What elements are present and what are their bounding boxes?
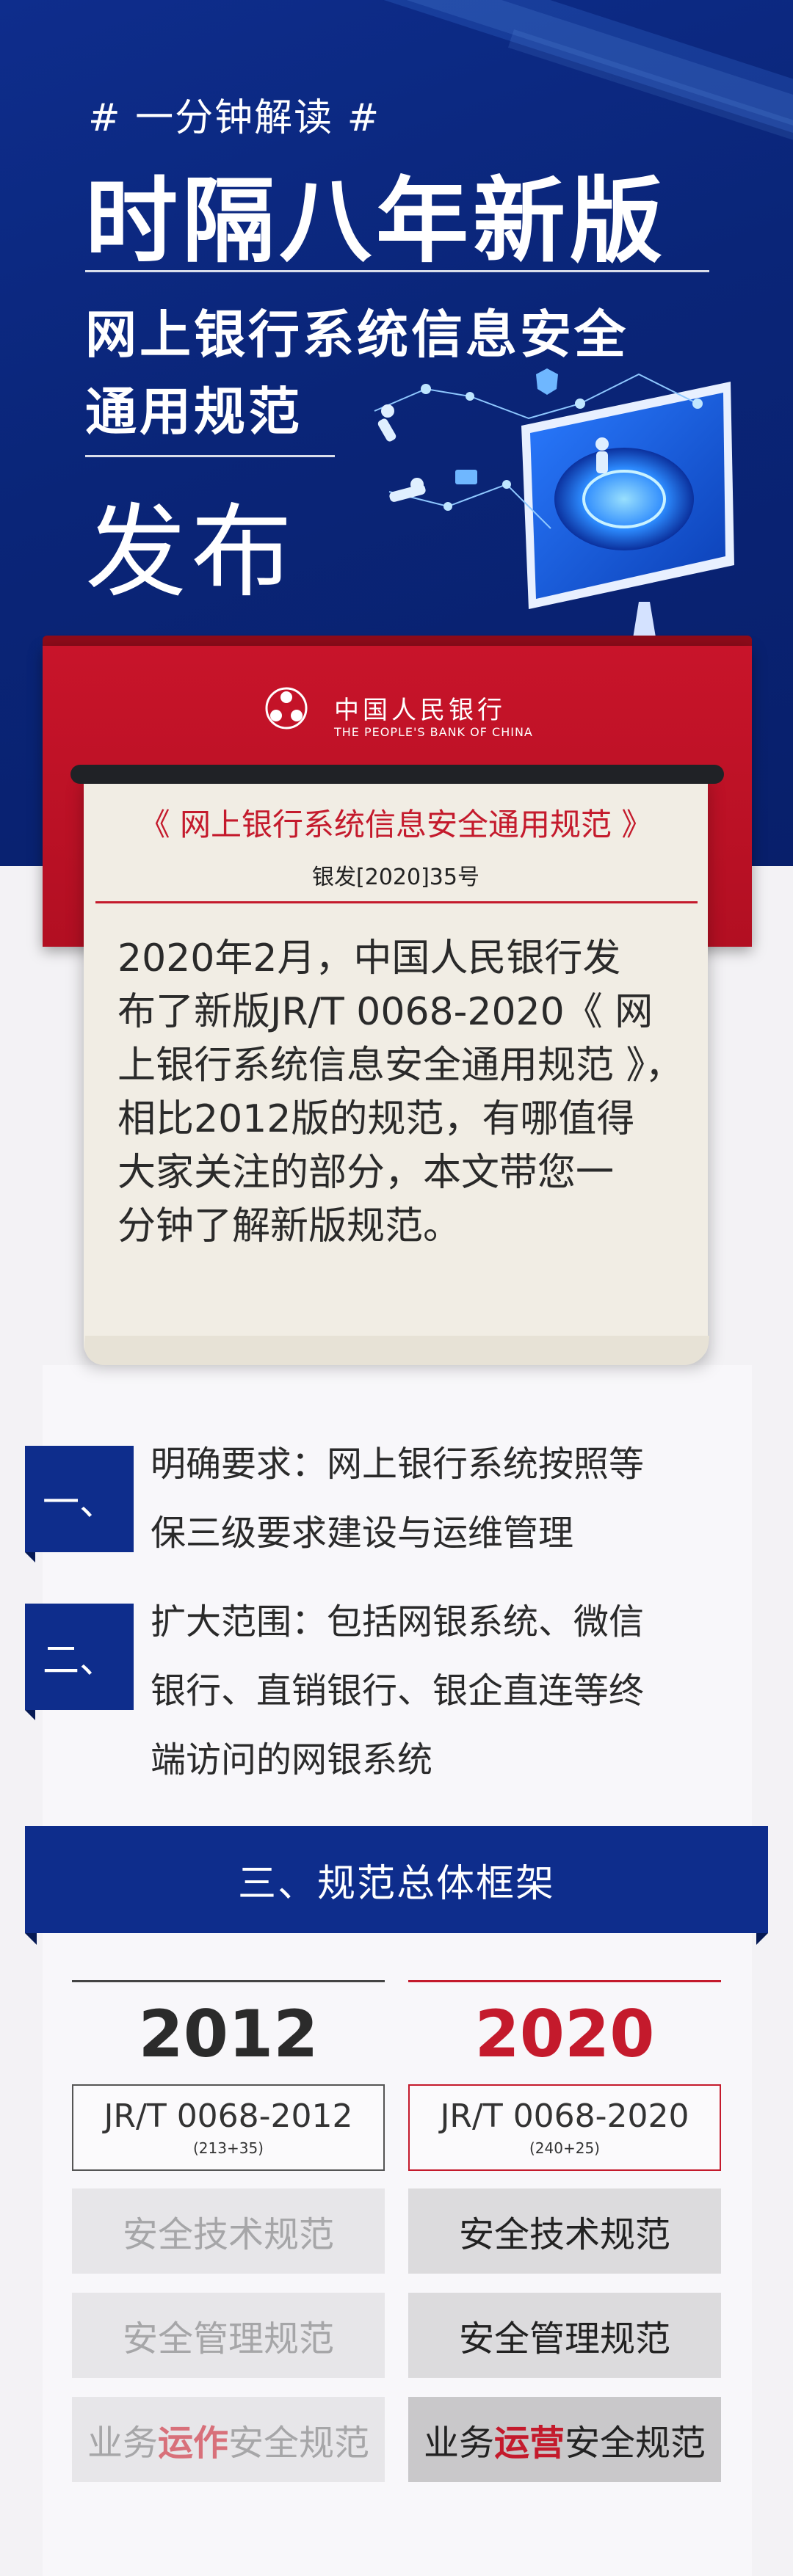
document-title: 《 网上银行系统信息安全通用规范 》	[139, 807, 653, 843]
scroll-rod	[70, 765, 724, 784]
point-text-line: 保三级要求建设与运维管理	[151, 1513, 574, 1554]
point-text-1: 明确要求：网上银行系统按照等 保三级要求建设与运维管理	[151, 1430, 731, 1568]
standard-code-box-2012: JR/T 0068-2012 (213+35)	[72, 2084, 385, 2171]
spec-cell-2012-mgmt: 安全管理规范	[72, 2293, 385, 2378]
standard-code-2012: JR/T 0068-2012	[104, 2097, 353, 2135]
standard-code-count-2012: (213+35)	[193, 2139, 264, 2157]
point-text-2: 扩大范围：包括网银系统、微信 银行、直销银行、银企直连等终 端访问的网银系统	[151, 1587, 731, 1794]
pboc-logo-icon	[265, 687, 308, 729]
spec-cell-2012-tech: 安全技术规范	[72, 2188, 385, 2274]
document-body-line: 相比2012版的规范，有哪值得	[117, 1097, 635, 1141]
year-2012: 2012	[138, 1996, 319, 2072]
pboc-name-cn: 中国人民银行	[334, 696, 506, 725]
column-rule-2012	[72, 1980, 385, 1982]
document-body-line: 上银行系统信息安全通用规范 》，	[117, 1044, 684, 1088]
spec-cell-2020-mgmt: 安全管理规范	[408, 2293, 721, 2378]
spec-cell-highlight: 运营	[493, 2423, 565, 2464]
section-header-framework: 三、规范总体框架	[25, 1826, 768, 1933]
point-text-line: 明确要求：网上银行系统按照等	[151, 1444, 645, 1485]
point-badge-2: 二、	[25, 1604, 134, 1710]
pboc-name-en: THE PEOPLE'S BANK OF CHINA	[334, 725, 533, 739]
document-divider	[95, 901, 698, 903]
column-rule-2020	[408, 1980, 721, 1982]
section-header-fold-right	[756, 1933, 768, 1945]
spec-cell-highlight: 运作	[157, 2423, 228, 2464]
page: # 一分钟解读 # 时隔八年新版 网上银行系统信息安全 通用规范 发布 中国人民…	[0, 0, 793, 2576]
hero-big-word: 发布	[85, 493, 297, 611]
point-text-line: 扩大范围：包括网银系统、微信	[151, 1601, 645, 1642]
hero-subtitle-line2: 通用规范	[85, 382, 303, 442]
section-header-fold-left	[25, 1933, 37, 1945]
standard-code-box-2020: JR/T 0068-2020 (240+25)	[408, 2084, 721, 2171]
year-2020: 2020	[474, 1996, 655, 2072]
spec-cell-text: 安全规范	[565, 2423, 706, 2464]
document-body-line: 大家关注的部分，本文带您一	[117, 1151, 615, 1195]
standard-code-2020: JR/T 0068-2020	[440, 2097, 689, 2135]
hero-subtitle-line1: 网上银行系统信息安全	[85, 305, 629, 365]
hashtag-label: # 一分钟解读 #	[88, 96, 381, 140]
document-body: 2020年2月，中国人民银行发 布了新版JR/T 0068-2020《 网 上银…	[117, 932, 684, 1254]
spec-cell-text: 业务	[423, 2423, 494, 2464]
standard-code-count-2020: (240+25)	[529, 2139, 600, 2157]
network-security-illustration	[374, 368, 734, 653]
document-body-line: 2020年2月，中国人民银行发	[117, 936, 621, 980]
document-body-line: 分钟了解新版规范。	[117, 1204, 462, 1248]
spec-cell-2020-tech: 安全技术规范	[408, 2188, 721, 2274]
point-text-line: 端访问的网银系统	[151, 1739, 433, 1780]
scroll-curl	[82, 1336, 710, 1365]
spec-cell-text: 安全规范	[228, 2423, 370, 2464]
spec-cell-text: 业务	[87, 2423, 158, 2464]
point-badge-fold	[25, 1552, 35, 1562]
point-badge-1: 一、	[25, 1446, 134, 1552]
document-number: 银发[2020]35号	[312, 865, 479, 890]
document-body-line: 布了新版JR/T 0068-2020《 网	[117, 990, 653, 1034]
point-badge-fold	[25, 1710, 35, 1720]
spec-cell-2012-ops: 业务 运作 安全规范	[72, 2397, 385, 2482]
hero-title: 时隔八年新版	[85, 167, 667, 275]
hero-divider-short	[85, 455, 335, 457]
spec-cell-2020-ops: 业务 运营 安全规范	[408, 2397, 721, 2482]
point-text-line: 银行、直销银行、银企直连等终	[151, 1670, 645, 1711]
hero-divider	[85, 270, 709, 272]
